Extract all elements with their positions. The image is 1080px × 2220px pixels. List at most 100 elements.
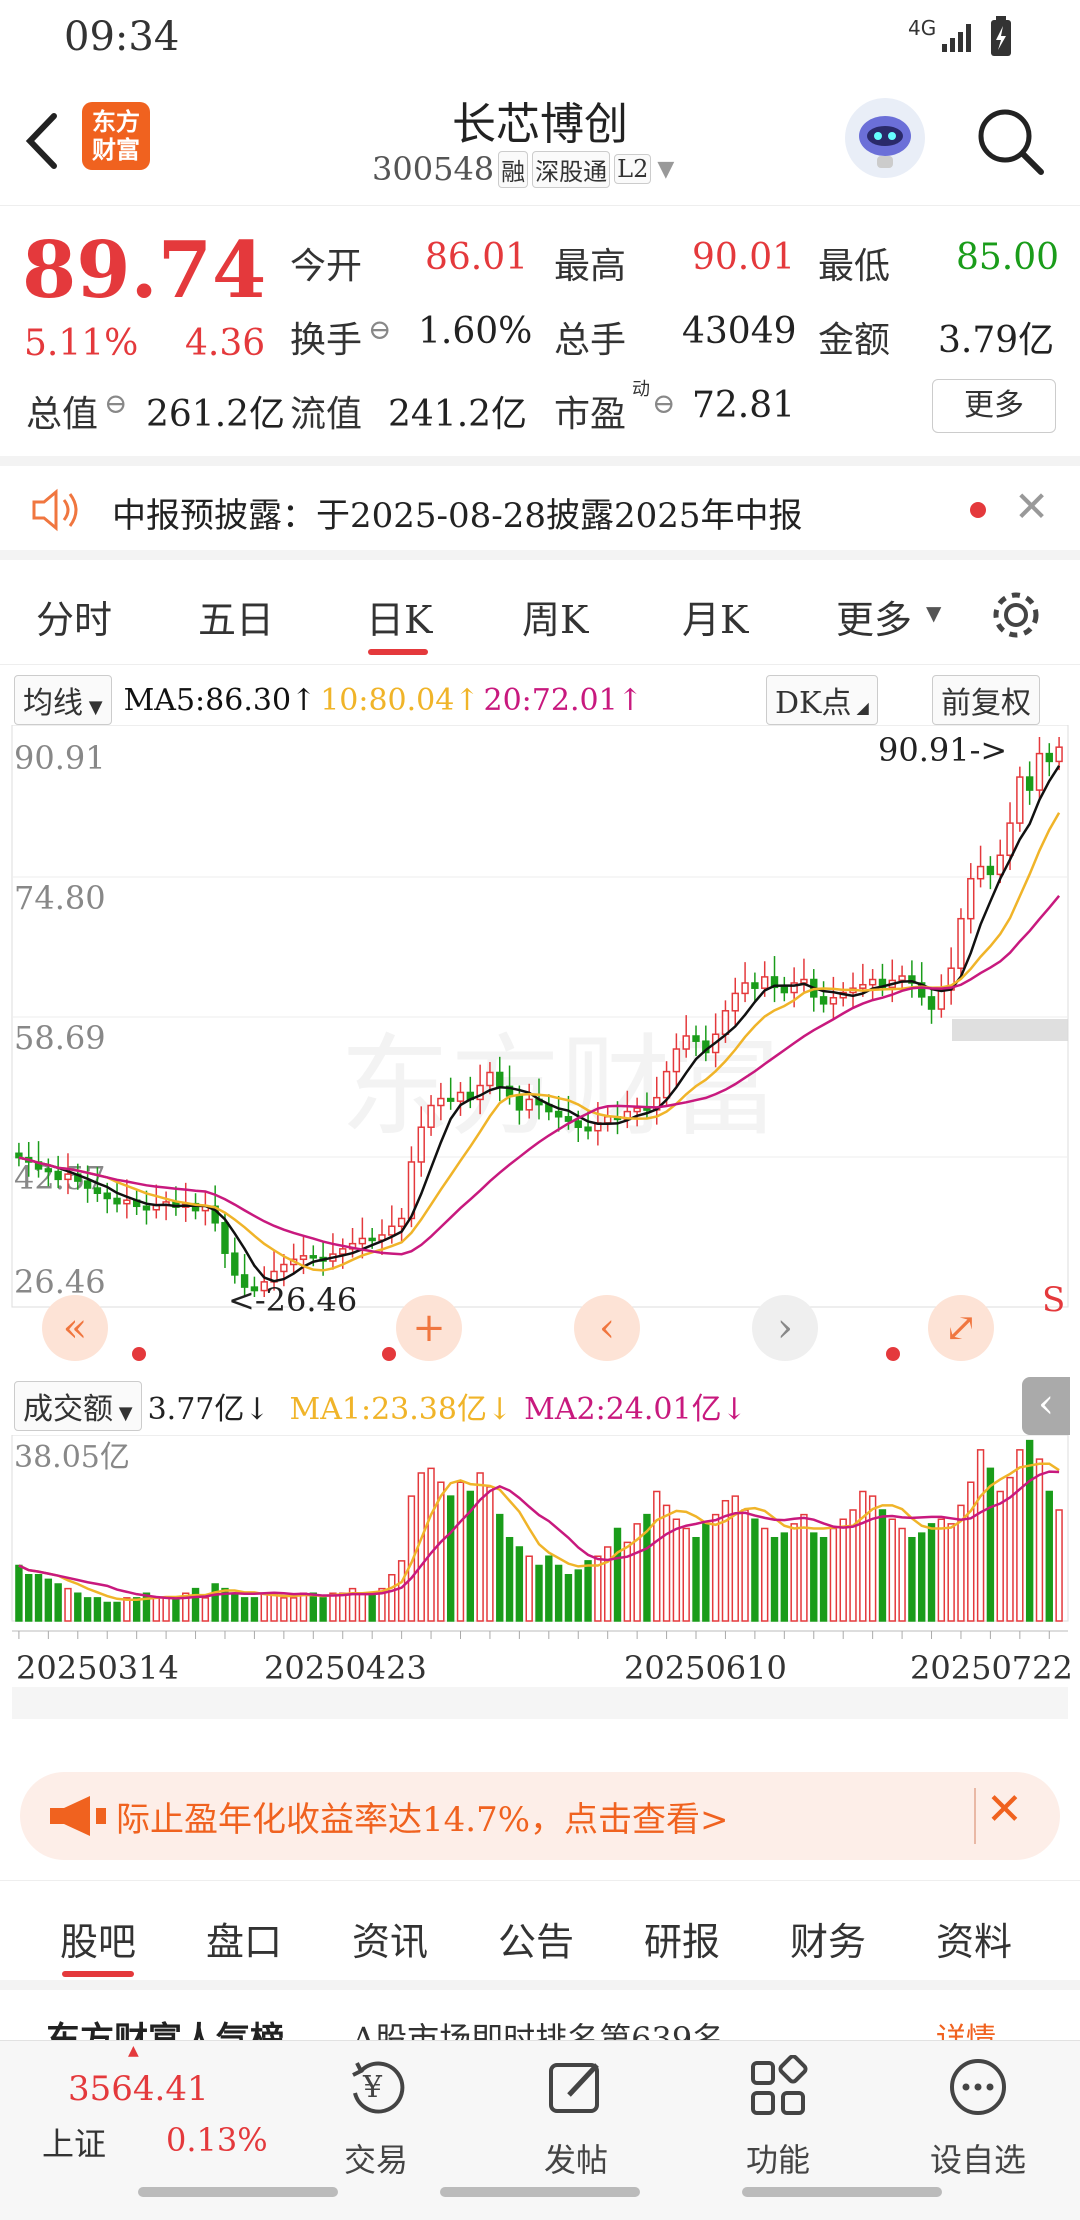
change-percent: 5.11% [24,323,139,364]
volume-bar [44,1578,53,1622]
tab-news[interactable]: 资讯 [352,1911,428,1966]
volume-bar [240,1597,249,1622]
volume-bar [486,1486,494,1622]
tab-intraday[interactable]: 分时 [36,589,112,644]
ma-select[interactable]: 均线 ▼ [14,675,112,725]
chevron-down-icon[interactable]: ▼ [657,157,674,182]
popularity-rank-row[interactable]: 东方财富人气榜 A股市场即时排名第639名 详情 [0,1980,1080,2040]
nav-features[interactable]: 功能 [718,2054,838,2181]
volume-bar [613,1527,622,1622]
rewind-button[interactable]: « [42,1295,108,1361]
candle-body [564,1116,573,1122]
volume-bar [211,1583,219,1622]
robot-avatar-icon[interactable] [845,98,925,178]
pe-superscript: 动 [632,379,650,400]
volume-bar [496,1513,504,1622]
volume-bar [1025,1439,1034,1622]
index-percent[interactable]: 0.13% [166,2121,268,2159]
low-label: 最低 [818,246,891,287]
info-icon[interactable]: ⊖ [368,313,391,346]
ma10-value: 10:80.04↑ [320,682,480,718]
kline-chart[interactable]: 均线 ▼ MA5:86.30↑ 10:80.04↑ 20:72.01↑ DK点 … [0,665,1080,1725]
volume-bar [1035,1458,1044,1622]
tab-five-day[interactable]: 五日 [198,589,274,644]
stock-code-row: 300548 融 深股通 L2 ▼ [372,150,674,188]
tab-profile[interactable]: 资料 [936,1911,1012,1966]
volume-bar [741,1509,749,1622]
volume-bar [15,1564,23,1622]
pan-right-button[interactable]: › [752,1295,818,1361]
candle-body [299,1255,308,1261]
promo-banner[interactable]: 际止盈年化收益率达14.7%，点击查看> ✕ [20,1772,1060,1860]
nav-trade[interactable]: ¥ 交易 [316,2055,436,2181]
candle-body [967,877,975,920]
tab-daily-k[interactable]: 日K [366,589,432,644]
collapse-panel-button[interactable]: ‹ [1022,1377,1070,1435]
volume-bar [1055,1509,1063,1622]
volume-plot[interactable]: 38.05亿 20250314 20250423 20250610 202507… [0,1435,1080,1725]
tab-weekly-k[interactable]: 周K [522,589,588,644]
volume-select[interactable]: 成交额 ▼ [14,1381,142,1431]
ma20-value: 20:72.01↑ [483,682,643,718]
candle-body [1055,746,1063,763]
plot-frame [11,725,1069,1308]
candle-body [358,1237,367,1245]
zoom-in-button[interactable]: + [396,1295,462,1361]
nav-add-watchlist[interactable]: 设自选 [918,2055,1038,2181]
turnover-value: 1.60% [418,311,533,352]
candle-body [662,1070,671,1099]
ma-select-label: 均线 [23,686,83,721]
nav-post[interactable]: 发帖 [516,2055,636,2181]
index-value[interactable]: 3564.41 [68,2069,209,2109]
low-marker: <-26.46 [228,1281,357,1319]
tab-order-book[interactable]: 盘口 [206,1911,282,1966]
candle-body [829,997,838,1005]
more-button[interactable]: 更多 [932,379,1056,433]
tab-guba[interactable]: 股吧 [60,1911,136,1966]
mktcap-value: 261.2亿 [146,394,286,435]
rank-detail-link[interactable]: 详情 [936,2014,996,2040]
open-label: 今开 [290,246,363,287]
adjust-button[interactable]: 前复权 [932,675,1040,725]
close-icon[interactable]: ✕ [1014,482,1049,531]
volume-bar [662,1504,671,1622]
candle-body [672,1048,681,1073]
volume-bar [603,1546,612,1622]
volume-bar [702,1523,710,1622]
pan-left-button[interactable]: ‹ [574,1295,640,1361]
volume-bar [829,1527,838,1622]
tab-more[interactable]: 更多 [836,589,912,644]
settings-gear-icon[interactable] [988,587,1044,643]
stock-header: 东方 财富 长芯博创 300548 融 深股通 L2 ▼ [0,76,1080,206]
dk-point-button[interactable]: DK点 ◢ [766,675,878,725]
volume-bar [368,1592,376,1622]
tab-research[interactable]: 研报 [644,1911,720,1966]
tab-announcements[interactable]: 公告 [498,1911,574,1966]
gesture-bar [0,2175,1080,2220]
volume-bar [388,1573,396,1622]
search-icon[interactable] [975,106,1045,176]
volume-bar [446,1495,455,1622]
index-name[interactable]: 上证 [42,2119,106,2165]
notice-bar[interactable]: 中报预披露：于2025-08-28披露2025年中报 ✕ [0,456,1080,560]
candle-body [417,1126,425,1163]
fullscreen-button[interactable]: ⤢ [928,1295,994,1361]
low-value: 85.00 [956,237,1060,278]
info-icon[interactable]: ⊖ [652,387,675,420]
date-label: 20250610 [624,1649,787,1687]
volume-bar [780,1532,789,1622]
tab-monthly-k[interactable]: 月K [682,589,748,644]
turnover-label: 换手 [290,320,363,361]
close-icon[interactable]: ✕ [986,1784,1023,1835]
volume-bar [191,1587,200,1622]
y-tick-label: 58.69 [14,1019,106,1057]
candle-body [388,1225,396,1236]
info-icon[interactable]: ⊖ [104,387,127,420]
candle-body [427,1104,435,1128]
content-tabs: 股吧 盘口 资讯 公告 研报 财务 资料 [0,1880,1080,1980]
tab-financials[interactable]: 财务 [790,1911,866,1966]
candle-body [976,865,985,880]
candle-body [957,917,965,969]
ma5-value: MA5:86.30↑ [123,682,317,718]
volume-bar [878,1509,887,1622]
